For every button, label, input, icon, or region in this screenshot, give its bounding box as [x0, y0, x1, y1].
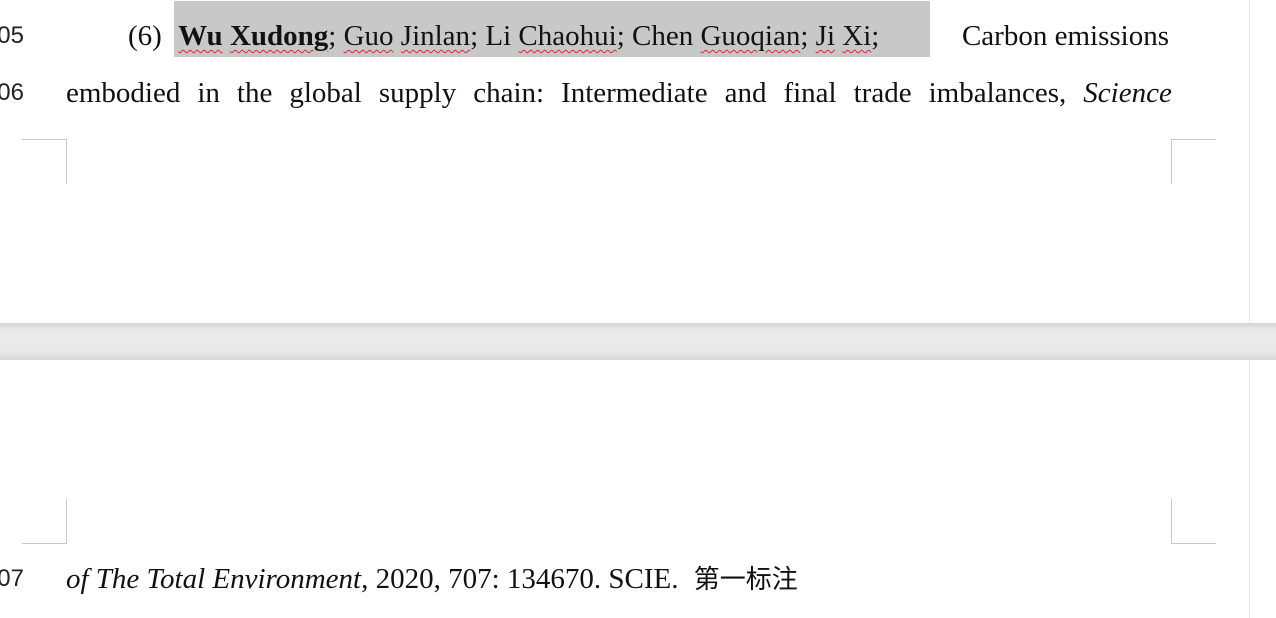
page-break-gap — [0, 323, 1276, 360]
annotation-note: 第一标注 — [693, 565, 798, 595]
author-name[interactable]: Chen Guoqian — [632, 20, 800, 52]
margin-corner-top-left — [22, 499, 67, 544]
reference-line-1[interactable]: (6) Wu Xudong; Guo Jinlan; Li Chaohui; C… — [128, 17, 1169, 55]
bold-author-name[interactable]: Wu Xudong — [178, 20, 328, 52]
right-scroll-gutter-lower — [1249, 360, 1276, 618]
line-number: 06 — [0, 79, 24, 106]
reference-number: (6) — [128, 20, 162, 52]
title-text: Carbon emissions — [961, 20, 1169, 52]
author-name[interactable]: Li Chaohui — [485, 20, 616, 52]
author-name[interactable]: Ji Xi — [816, 20, 872, 52]
journal-name: of The Total Environment — [66, 563, 362, 595]
margin-corner-bottom-right — [1171, 139, 1216, 184]
reference-line-2[interactable]: embodied in the global supply chain: Int… — [66, 74, 1172, 112]
line-number: 05 — [0, 22, 24, 49]
margin-corner-top-right — [1171, 499, 1216, 544]
reference-line-3[interactable]: of The Total Environment, 2020, 707: 134… — [66, 560, 1172, 599]
margin-corner-bottom-left — [22, 139, 67, 184]
journal-name-part: Science — [1083, 77, 1172, 109]
right-scroll-gutter — [1249, 0, 1276, 323]
citation-details: , 2020, 707: 134670. SCIE. — [361, 563, 679, 595]
author-name[interactable]: Guo Jinlan — [344, 20, 470, 52]
line-number: 07 — [0, 565, 24, 592]
